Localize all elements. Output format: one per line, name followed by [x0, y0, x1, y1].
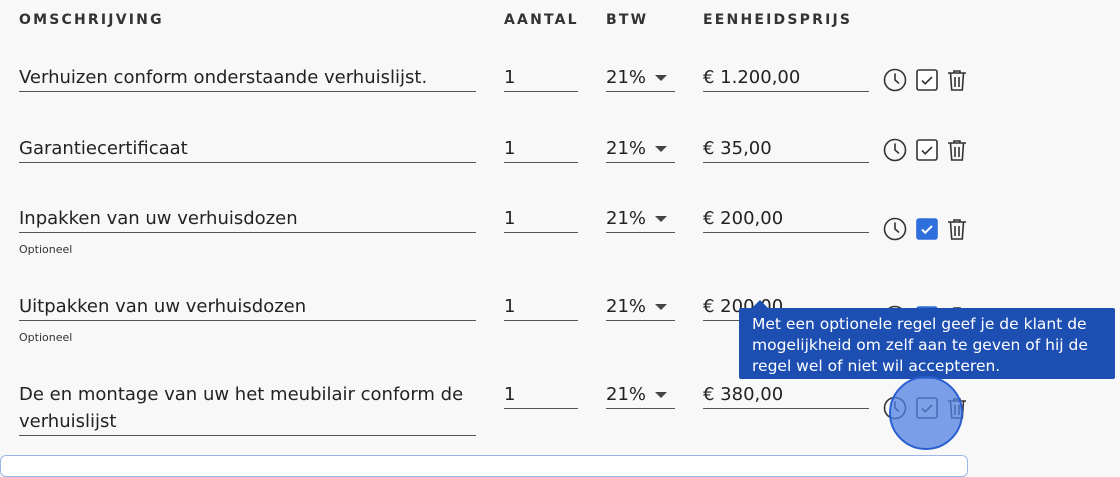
trash-icon[interactable]: [945, 68, 969, 92]
tooltip-arrow: [752, 300, 768, 308]
next-row-input[interactable]: [0, 455, 968, 477]
chevron-down-icon: [655, 304, 667, 310]
header-quantity: AANTAL: [504, 12, 579, 28]
trash-icon[interactable]: [945, 217, 969, 241]
chevron-down-icon: [655, 146, 667, 152]
price-field[interactable]: € 1.200,00: [703, 64, 869, 92]
optional-checkbox-icon[interactable]: [915, 68, 939, 92]
price-field[interactable]: € 35,00: [703, 135, 869, 163]
vat-value: 21%: [606, 67, 647, 88]
vat-select[interactable]: 21%: [606, 64, 675, 92]
vat-value: 21%: [606, 296, 647, 317]
quantity-field[interactable]: 1: [504, 381, 578, 409]
vat-value: 21%: [606, 208, 647, 229]
description-field[interactable]: Uitpakken van uw verhuisdozen: [19, 293, 476, 321]
price-field[interactable]: € 200,00: [703, 205, 869, 233]
chevron-down-icon: [655, 75, 667, 81]
description-field[interactable]: Verhuizen conform onderstaande verhuisli…: [19, 64, 476, 92]
description-field[interactable]: Inpakken van uw verhuisdozen: [19, 205, 476, 233]
description-field[interactable]: De en montage van uw het meubilair confo…: [19, 381, 476, 436]
quantity-field[interactable]: 1: [504, 293, 578, 321]
optional-label: Optioneel: [19, 243, 73, 256]
chevron-down-icon: [655, 216, 667, 222]
cursor-highlight: [889, 376, 963, 450]
description-field[interactable]: Garantiecertificaat: [19, 135, 476, 163]
chevron-down-icon: [655, 392, 667, 398]
trash-icon[interactable]: [945, 138, 969, 162]
quantity-field[interactable]: 1: [504, 64, 578, 92]
vat-select[interactable]: 21%: [606, 135, 675, 163]
vat-value: 21%: [606, 384, 647, 405]
vat-select[interactable]: 21%: [606, 293, 675, 321]
clock-icon[interactable]: [883, 138, 907, 162]
clock-icon[interactable]: [883, 217, 907, 241]
price-field[interactable]: € 380,00: [703, 381, 869, 409]
vat-select[interactable]: 21%: [606, 205, 675, 233]
vat-select[interactable]: 21%: [606, 381, 675, 409]
optional-checkbox-icon[interactable]: [915, 217, 939, 241]
optional-checkbox-icon[interactable]: [915, 138, 939, 162]
optional-tooltip: Met een optionele regel geef je de klant…: [739, 308, 1115, 379]
header-description: OMSCHRIJVING: [19, 12, 164, 28]
quantity-field[interactable]: 1: [504, 205, 578, 233]
header-unit-price: EENHEIDSPRIJS: [703, 12, 853, 28]
quantity-field[interactable]: 1: [504, 135, 578, 163]
vat-value: 21%: [606, 138, 647, 159]
clock-icon[interactable]: [883, 68, 907, 92]
optional-label: Optioneel: [19, 331, 73, 344]
header-vat: BTW: [606, 12, 649, 28]
